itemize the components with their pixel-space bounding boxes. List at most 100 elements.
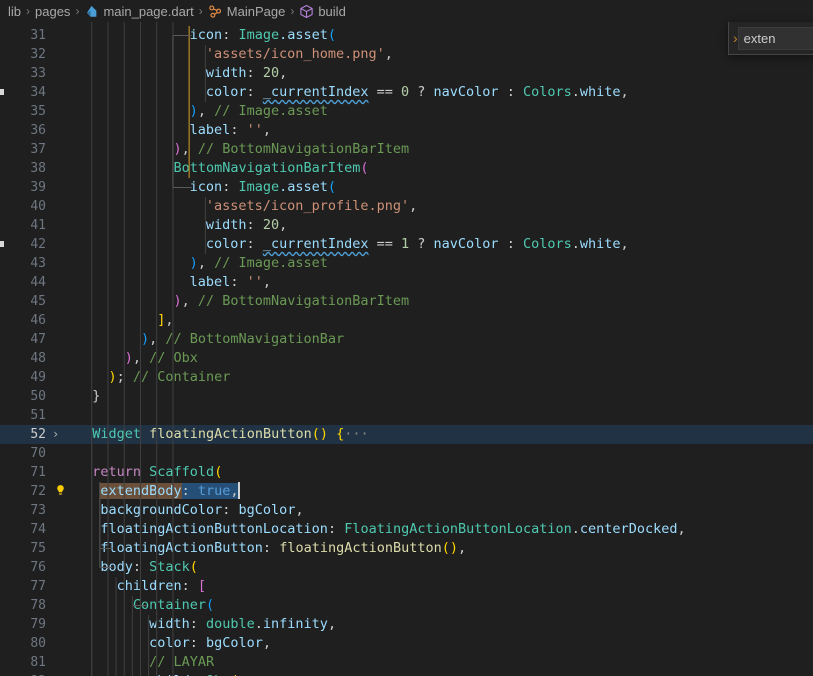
code-line[interactable]: 46], <box>0 311 813 330</box>
code-line[interactable]: 47), // BottomNavigationBar <box>0 330 813 349</box>
token: , <box>677 521 686 537</box>
code-line[interactable]: 39 icon: Image.asset( <box>0 178 813 197</box>
breadcrumb-item-label: main_page.dart <box>103 3 194 19</box>
token: : <box>189 616 206 632</box>
token: 0 <box>401 84 410 100</box>
token: icon <box>189 179 223 195</box>
breadcrumb-separator: › <box>198 4 203 18</box>
token: , <box>197 103 215 119</box>
code-line[interactable]: 77 children: [ <box>0 577 813 596</box>
token: ( <box>214 464 223 480</box>
code-line[interactable]: 38 BottomNavigationBarItem( <box>0 159 813 178</box>
code-line[interactable]: 34 color: _currentIndex == 0 ? navColor :… <box>0 83 813 102</box>
lightbulb-icon[interactable] <box>52 482 68 501</box>
code-line[interactable]: 75 floatingActionButton: floatingActionBu… <box>0 539 813 558</box>
breadcrumb-item-mainpage[interactable]: MainPage <box>206 4 288 19</box>
breadcrumb-separator: › <box>75 4 80 18</box>
token: .asset <box>279 179 328 195</box>
token: body <box>100 559 133 575</box>
token: navColor <box>433 84 499 100</box>
token: ) <box>108 369 117 385</box>
token: : <box>181 483 198 499</box>
token: , <box>197 255 215 271</box>
token: ) <box>140 331 150 347</box>
token: , <box>132 350 150 366</box>
code-line[interactable]: 70 <box>0 444 813 463</box>
token: // Obx <box>149 350 198 366</box>
token: , <box>262 635 272 651</box>
code-line[interactable]: 50} <box>0 387 813 406</box>
code-line[interactable]: 74 floatingActionButtonLocation: Floating… <box>0 520 813 539</box>
token: ( <box>205 597 215 613</box>
token: floatingActionButtonLocation <box>100 521 328 537</box>
code-line[interactable]: 71 return Scaffold( <box>0 463 813 482</box>
code-line[interactable]: 81 // LAYAR <box>0 653 813 672</box>
find-input[interactable] <box>737 26 813 50</box>
code-line[interactable]: 78 Container( <box>0 596 813 615</box>
code-text: child: Obx( <box>149 672 238 676</box>
code-editor[interactable]: 31 icon: Image.asset(32'assets/icon_home.… <box>0 22 813 676</box>
code-line[interactable]: 33 width: 20, <box>0 64 813 83</box>
breadcrumb-item-build[interactable]: build <box>297 4 347 19</box>
token: Stack <box>149 559 190 575</box>
breadcrumb-item-label: MainPage <box>226 3 286 19</box>
code-line[interactable]: 73 backgroundColor: bgColor, <box>0 501 813 520</box>
code-text: return Scaffold( <box>92 463 222 482</box>
token: : <box>246 84 263 100</box>
token: // BottomNavigationBarItem <box>197 293 410 309</box>
line-number: 74 <box>30 522 46 537</box>
token: .asset <box>279 27 328 43</box>
token: , <box>279 65 288 81</box>
code-line[interactable]: 43), // Image.asset <box>0 254 813 273</box>
code-line[interactable]: 44 label: '', <box>0 273 813 292</box>
code-line[interactable]: 82 child: Obx( <box>0 672 813 676</box>
code-line[interactable]: 79 width: double.infinity, <box>0 615 813 634</box>
code-line[interactable]: 32 'assets/icon_home.png', <box>0 45 813 64</box>
breadcrumb-item-lib[interactable]: lib <box>6 4 23 19</box>
code-line[interactable]: 41 width: 20, <box>0 216 813 235</box>
line-number: 75 <box>30 541 46 556</box>
code-text: Widget floatingActionButton() {··· <box>92 425 368 444</box>
token: // LAYAR <box>149 654 215 670</box>
token: label <box>189 274 231 290</box>
code-line[interactable]: 48), // Obx <box>0 349 813 368</box>
token: children <box>116 578 182 594</box>
code-line[interactable]: 42 color: _currentIndex == 1 ? navColor :… <box>0 235 813 254</box>
code-line[interactable]: 45), // BottomNavigationBarItem <box>0 292 813 311</box>
line-number: 72 <box>30 484 46 499</box>
breadcrumb-item-pages[interactable]: pages <box>33 4 72 19</box>
token: color <box>205 236 247 252</box>
code-line[interactable]: 35), // Image.asset <box>0 102 813 121</box>
token: , <box>620 84 629 100</box>
token: Image <box>238 27 280 43</box>
fold-chevron-icon[interactable]: › <box>52 425 66 444</box>
code-text: ), // BottomNavigationBarItem <box>173 292 409 311</box>
code-line[interactable]: 51 <box>0 406 813 425</box>
code-line[interactable]: 72 extendBody: true, <box>0 482 813 501</box>
token: infinity <box>262 616 328 632</box>
token: extendBody <box>100 483 182 499</box>
token: 'assets/icon_profile.png' <box>205 198 410 214</box>
token: ) <box>173 141 182 157</box>
token: : <box>246 217 263 233</box>
code-line[interactable]: 36 label: '', <box>0 121 813 140</box>
code-line[interactable]: 80 color: bgColor, <box>0 634 813 653</box>
code-line[interactable]: 52 › Widget floatingActionButton() {··· <box>0 425 813 444</box>
breadcrumb-separator: › <box>290 4 295 18</box>
code-line[interactable]: 37), // BottomNavigationBarItem <box>0 140 813 159</box>
line-number: 52 <box>30 427 46 442</box>
code-line[interactable]: 49); // Container <box>0 368 813 387</box>
token: . <box>571 521 580 537</box>
code-text: 'assets/icon_home.png', <box>206 45 393 64</box>
token: . <box>571 236 580 252</box>
token: Container <box>132 597 206 613</box>
code-line[interactable]: 31 icon: Image.asset( <box>0 26 813 45</box>
token: , <box>458 540 467 556</box>
code-line[interactable]: 40 'assets/icon_profile.png', <box>0 197 813 216</box>
code-text: ); // Container <box>108 368 230 387</box>
code-line[interactable]: 76 body: Stack( <box>0 558 813 577</box>
find-widget[interactable]: › <box>728 22 813 55</box>
breadcrumb-separator: › <box>26 4 31 18</box>
token: : <box>327 521 345 537</box>
breadcrumb-item-main-page-dart[interactable]: main_page.dart <box>82 4 195 19</box>
